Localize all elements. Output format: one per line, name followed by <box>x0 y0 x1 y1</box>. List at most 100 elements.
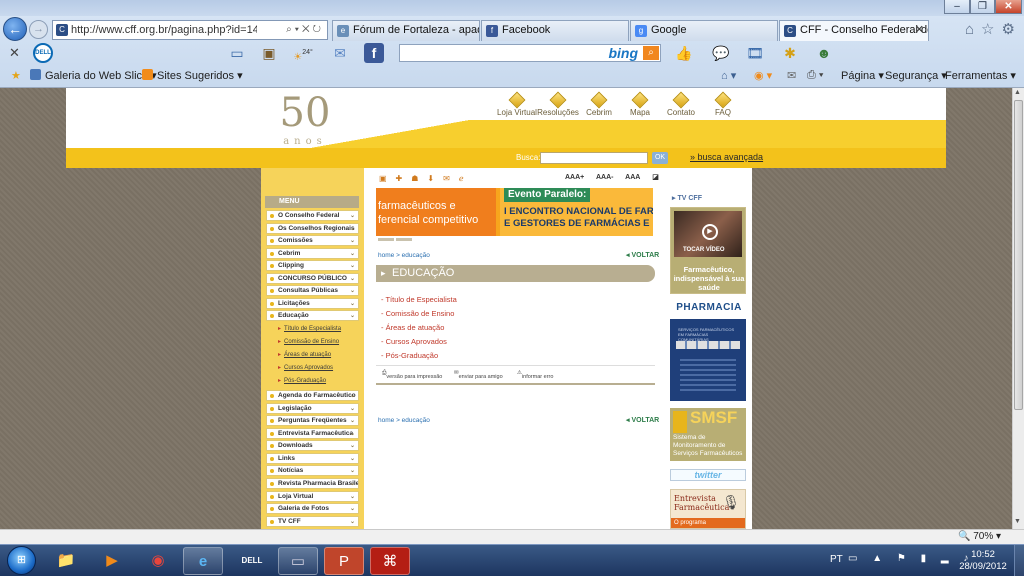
contrast-icon[interactable]: ◪ <box>652 174 659 181</box>
entrevista-farmaceutica-banner[interactable]: Entrevista Farmacêutica 🎙 O programa <box>670 489 746 529</box>
people-icon[interactable]: ☻ <box>813 43 835 63</box>
tab-forum[interactable]: e Fórum de Fortaleza - apaqueir... <box>332 20 480 41</box>
chat-icon[interactable]: 💬 <box>710 43 732 63</box>
nav-loja-virtual[interactable]: Loja Virtual <box>494 91 540 117</box>
fav-suggested-sites[interactable]: Sites Sugeridos ▾ <box>142 69 243 82</box>
menu-item[interactable]: Licitações ⌄ <box>266 298 359 309</box>
maximize-button[interactable]: ❐ <box>970 0 995 14</box>
facebook-icon[interactable]: f <box>364 43 384 63</box>
menu-item[interactable]: Downloads ⌄ <box>266 440 359 451</box>
menu-item[interactable]: Galeria de Fotos ⌄ <box>266 503 359 514</box>
nav-faq[interactable]: FAQ <box>700 91 746 117</box>
page-menu[interactable]: Página ▾ <box>841 69 884 82</box>
scroll-up-icon[interactable]: ▲ <box>1014 89 1021 96</box>
video-thumbnail[interactable]: ▶ TOCAR VÍDEO <box>674 211 742 257</box>
fav-web-slice-gallery[interactable]: Galeria do Web Slice ▾ <box>30 69 157 82</box>
dell-app-icon[interactable]: DELL <box>232 547 272 575</box>
search-ok-button[interactable]: OK <box>652 152 668 164</box>
site-search-input[interactable] <box>540 152 648 164</box>
tv-video-widget[interactable]: ▶ TOCAR VÍDEO Farmacêutico, indispensáve… <box>670 207 746 294</box>
menu-item[interactable]: Revista Pharmacia Brasileira ⌄ <box>266 478 359 489</box>
bing-search-input[interactable]: bing ⌕ <box>399 44 661 62</box>
print-icon[interactable]: ⎙ ▾ <box>807 69 823 82</box>
menu-item[interactable]: Legislação ⌄ <box>266 403 359 414</box>
home-icon[interactable]: ⌂ ▾ <box>721 69 736 82</box>
menu-item[interactable]: Links ⌄ <box>266 453 359 464</box>
menu-item[interactable]: Clipping ⌄ <box>266 260 359 271</box>
print-version-link[interactable]: ⎙ versão para impressão <box>382 370 442 380</box>
banner-pager-dot[interactable] <box>396 238 412 241</box>
breadcrumb-bottom[interactable]: home > educação <box>378 417 430 424</box>
zoom-control[interactable]: 🔍 70% ▾ <box>958 531 1001 542</box>
text-reset-button[interactable]: AAA <box>625 174 640 181</box>
vertical-scrollbar[interactable]: ▲ ▼ <box>1012 88 1024 529</box>
nav-resolucoes[interactable]: Resoluções <box>535 91 581 117</box>
video-icon[interactable]: 🎞 <box>744 43 766 63</box>
scroll-thumb[interactable] <box>1014 100 1023 410</box>
card-icon[interactable]: ▭ <box>226 43 248 63</box>
nav-contato[interactable]: Contato <box>658 91 704 117</box>
content-link[interactable]: - Cursos Aprovados <box>381 337 447 346</box>
back-button[interactable]: ← <box>3 17 27 41</box>
menu-item[interactable]: TV CFF ⌄ <box>266 516 359 527</box>
content-link[interactable]: - Título de Especialista <box>381 295 457 304</box>
menu-item[interactable]: Agenda do Farmacêutico ⌄ <box>266 390 359 401</box>
shopping-icon[interactable]: ▣ <box>258 43 280 63</box>
send-to-friend-link[interactable]: ✉ enviar para amigo <box>454 370 503 380</box>
tools-menu[interactable]: Ferramentas ▾ <box>945 69 1016 82</box>
close-window-button[interactable]: ✕ <box>995 0 1022 14</box>
tab-google[interactable]: g Google <box>630 20 778 41</box>
pharmacia-magazine-cover[interactable]: SERVIÇOS FARMACÊUTICOS EM FARMÁCIAS COMU… <box>670 319 746 401</box>
tab-facebook[interactable]: f Facebook <box>481 20 629 41</box>
menu-item[interactable]: Entrevista Farmacêutica ⌄ <box>266 428 359 439</box>
content-link[interactable]: - Pós-Graduação <box>381 351 438 360</box>
rss-icon[interactable]: ◉ ▾ <box>754 69 772 82</box>
event-banner[interactable]: farmacêuticos e ferencial competitivo Ev… <box>376 188 653 236</box>
menu-item[interactable]: Cebrim ⌄ <box>266 248 359 259</box>
powerpoint-icon[interactable]: P <box>324 547 364 575</box>
home-favorites-settings-icons[interactable]: ⌂☆⚙ <box>965 20 1022 38</box>
mail-icon[interactable]: ✉ <box>329 43 351 63</box>
content-link[interactable]: - Áreas de atuação <box>381 323 444 332</box>
show-desktop-button[interactable] <box>1014 545 1024 576</box>
minimize-button[interactable]: – <box>944 0 970 14</box>
pdf-reader-icon[interactable]: ⌘ <box>370 547 410 575</box>
security-menu[interactable]: Segurança ▾ <box>885 69 947 82</box>
chrome-icon[interactable]: ◉ <box>138 547 178 575</box>
nav-cebrim[interactable]: Cebrim <box>576 91 622 117</box>
voltar-link-bottom[interactable]: ◂ VOLTAR <box>626 416 659 424</box>
smsf-banner[interactable]: SMSF Sistema de Monitoramento de Serviço… <box>670 408 746 461</box>
media-player-icon[interactable]: ▶ <box>92 547 132 575</box>
play-icon[interactable]: ▶ <box>702 224 718 240</box>
content-link[interactable]: - Comissão de Ensino <box>381 309 454 318</box>
favorites-star-icon[interactable]: ★ <box>11 69 21 82</box>
text-increase-button[interactable]: AAA+ <box>565 174 584 181</box>
explorer-icon[interactable]: 📁 <box>46 547 86 575</box>
menu-item[interactable]: Notícias ⌄ <box>266 465 359 476</box>
submenu-item[interactable]: Comissão de Ensino <box>278 338 339 345</box>
submenu-item[interactable]: Título de Especialista <box>278 325 341 332</box>
dell-logo-icon[interactable]: DELL <box>33 43 53 63</box>
clock[interactable]: 10:52 28/09/2012 <box>956 549 1010 573</box>
utility-icons[interactable]: ▣✚☗⬇✉ℯ <box>379 174 473 183</box>
menu-item[interactable]: Consultas Públicas ⌄ <box>266 285 359 296</box>
menu-item[interactable]: Perguntas Freqüentes ⌄ <box>266 415 359 426</box>
internet-explorer-icon[interactable]: e <box>183 547 223 575</box>
pharmacia-title[interactable]: PHARMACIA <box>672 302 746 313</box>
report-error-link[interactable]: ⚠ informar erro <box>517 370 553 380</box>
menu-item[interactable]: Comissões ⌄ <box>266 235 359 246</box>
menu-item[interactable]: Os Conselhos Regionais ⌄ <box>266 223 359 234</box>
breadcrumb[interactable]: home > educação <box>378 252 430 259</box>
submenu-item[interactable]: Pós-Graduação <box>278 377 326 384</box>
banner-pager-dot[interactable] <box>378 238 394 241</box>
search-icon[interactable]: ⌕ <box>643 46 659 60</box>
close-tab-icon[interactable]: ✕ <box>915 21 924 40</box>
text-decrease-button[interactable]: AAA- <box>596 174 614 181</box>
weather-icon[interactable]: ☀24° <box>292 43 314 63</box>
nav-mapa[interactable]: Mapa <box>617 91 663 117</box>
menu-item[interactable]: Educação ⌄ <box>266 310 359 321</box>
close-toolbar-icon[interactable]: ✕ <box>9 45 20 61</box>
start-button[interactable]: ⊞ <box>2 545 42 576</box>
menu-item[interactable]: CONCURSO PÚBLICO ⌄ <box>266 273 359 284</box>
mail-read-icon[interactable]: ✉ <box>787 69 796 82</box>
